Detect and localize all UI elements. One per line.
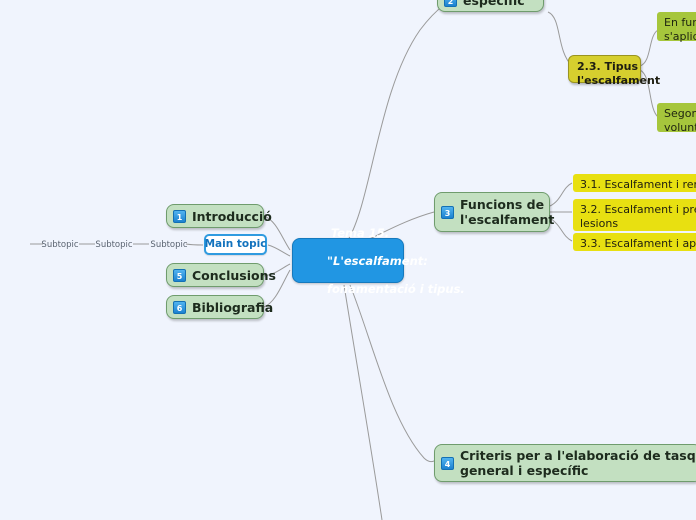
- subnode-3-2-line-1: 3.2. Escalfament i prevenc: [580, 203, 696, 216]
- branch-number-badge-5: 5: [173, 268, 186, 282]
- branch-label-funcions: Funcions de l'escalfament: [460, 197, 554, 227]
- branch-label-conclusions: Conclusions: [192, 267, 276, 283]
- branch-introduccio[interactable]: 1 Introducció: [166, 204, 272, 228]
- subnode-segons-line-2: volunt: [664, 121, 696, 134]
- subnode-en-funcio-line-2: s'apliq: [664, 30, 696, 43]
- subtopic-node-3[interactable]: Subtopic: [41, 239, 79, 251]
- subtopic-node-1[interactable]: Subtopic: [150, 239, 188, 251]
- subnode-tipus-escalfament[interactable]: 2.3. Tipus l'escalfament: [568, 55, 660, 87]
- branch-number-badge-6: 6: [173, 300, 186, 314]
- branch-number-badge-4: 4: [441, 456, 454, 470]
- subnode-en-funcio-line-1: En fun: [664, 16, 696, 29]
- branch-number-badge-2: 2: [444, 0, 457, 7]
- root-node[interactable]: Tema 15. "L'escalfament: fonamentació i …: [292, 226, 465, 296]
- branch-label-introduccio: Introducció: [192, 208, 272, 224]
- subnode-segons-label: Segon volunt: [664, 107, 696, 135]
- branch-number-badge-1: 1: [173, 209, 186, 223]
- subnode-tipus-line-1: 2.3. Tipus: [577, 60, 639, 73]
- main-topic-label: Main topic: [204, 238, 267, 250]
- subtopic-node-2[interactable]: Subtopic: [95, 239, 133, 251]
- branch-conclusions[interactable]: 5 Conclusions: [166, 263, 276, 287]
- mindmap-canvas[interactable]: Tema 15. "L'escalfament: fonamentació i …: [0, 0, 696, 520]
- subnode-3-2-prevencio[interactable]: 3.2. Escalfament i prevenclesions: [573, 199, 696, 231]
- root-line-3: fonamentació i tipus.: [327, 281, 465, 296]
- subnode-3-1-rendiment[interactable]: 3.1. Escalfament i rendime: [573, 174, 696, 192]
- subnode-segons-line-1: Segon: [664, 107, 696, 120]
- branch-label-criteris: Criteris per a l'elaboració de tasques d…: [460, 448, 696, 478]
- subnode-tipus-label: 2.3. Tipus l'escalfament: [577, 60, 660, 88]
- subnode-en-funcio-label: En funs'apliq: [664, 16, 696, 44]
- root-line-1: Tema 15.: [330, 225, 390, 240]
- main-topic-node[interactable]: Main topic: [204, 234, 267, 255]
- branch-label-bibliografia: Bibliografia: [192, 299, 274, 315]
- branch-funcions[interactable]: 3 Funcions de l'escalfament: [434, 192, 554, 232]
- branch-especific[interactable]: 2 específic: [437, 0, 544, 12]
- subtopic-label-1: Subtopic: [150, 239, 188, 250]
- subnode-3-2-line-2: lesions: [580, 217, 619, 230]
- subtopic-label-2: Subtopic: [95, 239, 133, 250]
- subnode-segons-voluntat[interactable]: Segon volunt: [657, 103, 696, 135]
- branch-criteris-line-1: Criteris per a l'elaboració de tasques d…: [460, 448, 696, 463]
- subnode-3-3-label: 3.3. Escalfament i aprener: [580, 237, 696, 250]
- branch-label-especific: específic: [463, 0, 525, 8]
- branch-number-badge-3: 3: [441, 205, 454, 219]
- root-node-text: Tema 15. "L'escalfament: fonamentació i …: [303, 212, 465, 310]
- subnode-en-funcio[interactable]: En funs'apliq: [657, 12, 696, 44]
- branch-criteris[interactable]: 4 Criteris per a l'elaboració de tasques…: [434, 444, 696, 482]
- subnode-3-2-label: 3.2. Escalfament i prevenclesions: [580, 203, 696, 231]
- branch-funcions-line-1: Funcions de: [460, 197, 545, 212]
- branch-criteris-line-2: general i específic: [460, 463, 589, 478]
- subnode-tipus-line-2: l'escalfament: [577, 74, 661, 87]
- subtopic-label-3: Subtopic: [41, 239, 79, 250]
- branch-bibliografia[interactable]: 6 Bibliografia: [166, 295, 273, 319]
- subnode-3-1-label: 3.1. Escalfament i rendime: [580, 178, 696, 191]
- branch-funcions-line-2: l'escalfament: [460, 212, 555, 227]
- subnode-3-3-aprenentatge[interactable]: 3.3. Escalfament i aprener: [573, 233, 696, 251]
- root-line-2: "L'escalfament:: [327, 253, 428, 268]
